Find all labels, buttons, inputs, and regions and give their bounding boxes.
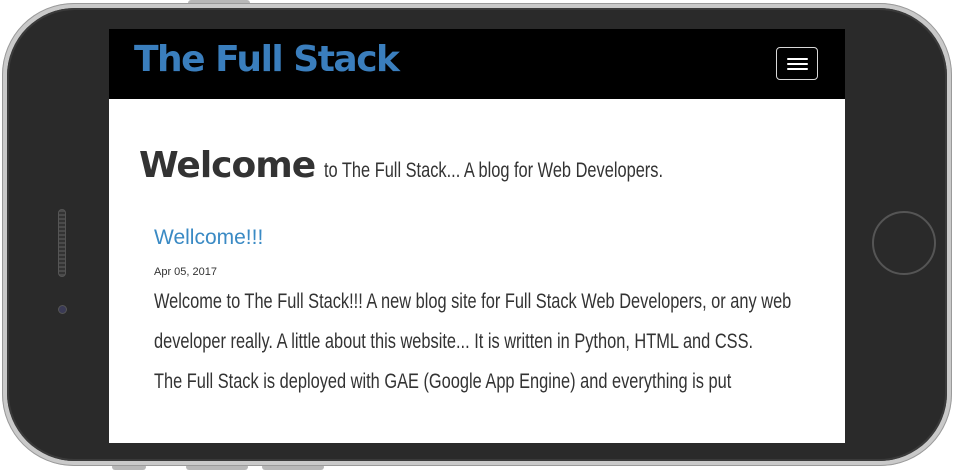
device-mockup: The Full Stack Welcome to The Full Stack…	[0, 0, 954, 470]
menu-bar	[787, 63, 808, 65]
post-paragraph: Welcome to The Full Stack!!! A new blog …	[154, 290, 792, 353]
hamburger-menu-icon[interactable]	[776, 47, 818, 80]
menu-bar	[787, 68, 808, 70]
navbar: The Full Stack	[109, 29, 845, 99]
post-title-link[interactable]: Wellcome!!!	[154, 226, 263, 250]
phone-camera	[58, 305, 67, 314]
post-paragraph: The Full Stack is deployed with GAE (Goo…	[154, 370, 732, 393]
post-date: Apr 05, 2017	[154, 266, 217, 278]
phone-screen: The Full Stack Welcome to The Full Stack…	[109, 29, 845, 443]
post-body: Welcome to The Full Stack!!! A new blog …	[154, 282, 801, 402]
menu-bar	[787, 58, 808, 60]
phone-speaker	[58, 209, 66, 277]
page-heading: Welcome to The Full Stack... A blog for …	[139, 145, 758, 186]
phone-home-button[interactable]	[872, 211, 936, 275]
brand-logo-link[interactable]: The Full Stack	[134, 39, 400, 80]
site-tagline: to The Full Stack... A blog for Web Deve…	[323, 159, 663, 182]
welcome-heading: Welcome	[139, 145, 316, 186]
